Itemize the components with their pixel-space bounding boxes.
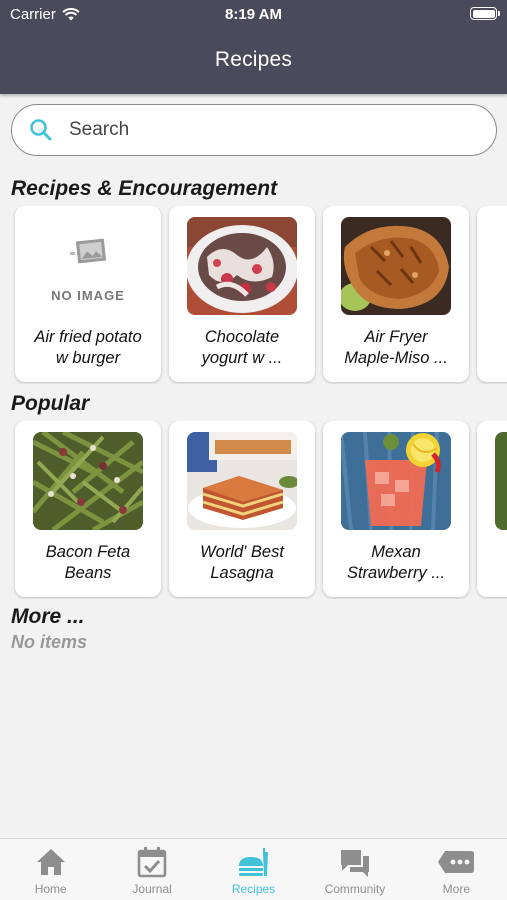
recipe-card[interactable]: Air Fryer Maple-Miso ... <box>323 206 469 382</box>
recipe-thumbnail <box>341 217 451 315</box>
chocolate-yogurt-photo <box>187 217 297 315</box>
recipe-card-partial[interactable] <box>477 206 507 382</box>
search-bar[interactable] <box>11 104 497 156</box>
nav-header: Carrier 8:19 AM Recipes <box>0 0 507 94</box>
tab-recipes[interactable]: Recipes <box>203 839 304 900</box>
more-icon <box>438 851 475 873</box>
recipes-icon <box>238 848 268 876</box>
popular-carousel[interactable]: Bacon Feta Beans World' Best Lasagna Mex… <box>0 421 507 599</box>
recipe-card[interactable]: Chocolate yogurt w ... <box>169 206 315 382</box>
recipe-thumbnail <box>33 432 143 530</box>
no-image-label: NO IMAGE <box>51 287 125 303</box>
recipe-card-title: Mexan Strawberry ... <box>346 543 446 582</box>
section-title-encouragement: Recipes & Encouragement <box>11 177 278 200</box>
search-icon <box>30 119 52 141</box>
bacon-feta-beans-photo <box>33 432 143 530</box>
section-title-more: More ... <box>11 605 85 628</box>
recipe-card-title: Air Fryer Maple-Miso ... <box>344 328 448 367</box>
page-title: Recipes <box>214 48 293 71</box>
battery-icon <box>470 7 500 20</box>
recipe-card[interactable]: Bacon Feta Beans <box>15 421 161 597</box>
recipe-card-partial[interactable] <box>477 421 507 597</box>
tab-more[interactable]: More <box>406 839 507 900</box>
section-title-popular: Popular <box>11 392 90 415</box>
recipe-thumbnail <box>341 432 451 530</box>
recipe-card[interactable]: NO IMAGE Air fried potato w burger <box>15 206 161 382</box>
recipe-card-title: Bacon Feta Beans <box>45 543 131 582</box>
home-icon <box>36 849 65 875</box>
tab-bar: Home Journal Recipes Community More <box>0 838 507 900</box>
community-icon <box>340 850 369 877</box>
recipe-thumbnail <box>187 217 297 315</box>
tab-home[interactable]: Home <box>0 839 101 900</box>
tab-journal[interactable]: Journal <box>101 839 202 900</box>
search-input[interactable] <box>69 119 469 141</box>
journal-icon <box>137 847 167 878</box>
tab-community[interactable]: Community <box>304 839 405 900</box>
recipe-card[interactable]: Mexan Strawberry ... <box>323 421 469 597</box>
status-time: 8:19 AM <box>225 6 282 23</box>
empty-state-label: No items <box>11 632 88 652</box>
recipe-card-title: Air fried potato w burger <box>34 328 142 367</box>
no-image-placeholder: NO IMAGE <box>33 217 143 315</box>
image-placeholder-icon <box>70 238 107 263</box>
maple-miso-salmon-photo <box>341 217 451 315</box>
status-bar: Carrier 8:19 AM <box>0 0 507 30</box>
encouragement-carousel[interactable]: NO IMAGE Air fried potato w burger Choco… <box>0 206 507 384</box>
strawberry-drink-photo <box>341 432 451 530</box>
recipe-thumbnail <box>187 432 297 530</box>
recipe-card[interactable]: World' Best Lasagna <box>169 421 315 597</box>
recipe-card-title: Chocolate yogurt w ... <box>201 328 283 367</box>
lasagna-photo <box>187 432 297 530</box>
recipe-card-title: World' Best Lasagna <box>200 543 284 582</box>
